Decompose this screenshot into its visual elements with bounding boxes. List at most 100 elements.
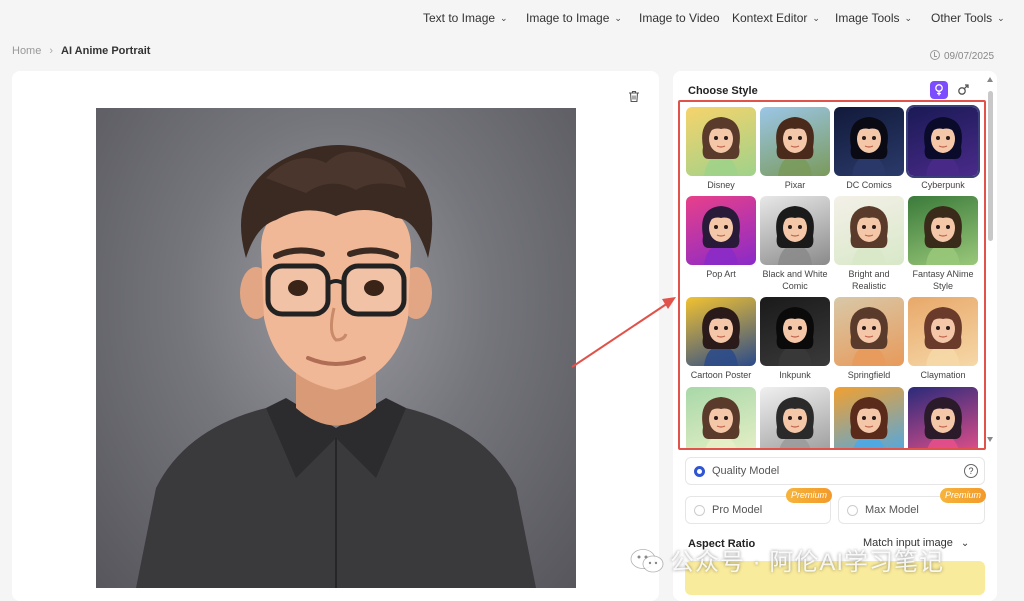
help-icon[interactable]: ? <box>964 464 978 478</box>
claymation-style-thumbnail <box>908 297 978 366</box>
style-label: Cyberpunk <box>921 180 965 190</box>
pixar-style-thumbnail <box>760 107 830 176</box>
scroll-up-arrow-icon[interactable] <box>987 77 993 82</box>
anime-girl-figure <box>924 117 962 176</box>
anime-girl-figure <box>924 307 962 366</box>
anime-girl-figure <box>702 206 740 265</box>
style-card[interactable]: Inkpunk <box>760 297 830 381</box>
cartoon-poster-style-thumbnail <box>686 297 756 366</box>
style-thumbnail-13 <box>686 387 756 448</box>
date-stamp: 09/07/2025 <box>930 50 994 62</box>
style-card[interactable] <box>834 387 904 448</box>
dc-comics-style-thumbnail <box>834 107 904 176</box>
anime-girl-figure <box>702 117 740 176</box>
style-card[interactable]: Springfield <box>834 297 904 381</box>
style-card[interactable] <box>686 387 756 448</box>
watermark: 公众号 · 阿伦AI学习笔记 <box>630 542 944 577</box>
male-icon <box>958 84 969 95</box>
page-title: AI Anime Portrait <box>61 45 151 57</box>
chevron-down-icon: ⌄ <box>500 13 508 23</box>
cyberpunk-style-thumbnail <box>906 105 980 178</box>
nav-label: Image Tools <box>835 11 900 25</box>
choose-style-heading: Choose Style <box>688 85 758 97</box>
nav-image-to-image[interactable]: Image to Image ⌄ <box>526 11 622 25</box>
anime-girl-figure <box>702 307 740 366</box>
pro-model-label: Pro Model <box>712 504 763 516</box>
style-card[interactable] <box>760 387 830 448</box>
anime-girl-figure <box>702 397 740 448</box>
anime-girl-figure <box>776 117 814 176</box>
nav-label: Image to Image <box>526 11 610 25</box>
max-model-option[interactable]: Max Model Premium <box>838 488 986 524</box>
springfield-style-thumbnail <box>834 297 904 366</box>
anime-girl-figure <box>776 206 814 265</box>
nav-text-to-image[interactable]: Text to Image ⌄ <box>423 11 508 25</box>
style-card[interactable]: Pop Art <box>686 196 756 280</box>
style-card[interactable]: Pixar <box>760 107 830 191</box>
nav-kontext-editor[interactable]: Kontext Editor ⌄ <box>732 11 820 25</box>
gender-male-toggle[interactable] <box>954 81 972 99</box>
style-thumbnail-14 <box>760 387 830 448</box>
style-card[interactable]: Bright and Realistic <box>834 196 904 292</box>
female-icon <box>935 84 943 96</box>
nav-image-to-video[interactable]: Image to Video <box>639 11 720 25</box>
date-text: 09/07/2025 <box>944 51 995 62</box>
nav-label: Text to Image <box>423 11 496 25</box>
uploaded-portrait-image <box>96 108 576 588</box>
pro-model-option[interactable]: Pro Model Premium <box>685 488 832 524</box>
disney-style-thumbnail <box>686 107 756 176</box>
chevron-right-icon: › <box>49 45 54 57</box>
style-card[interactable]: Disney <box>686 107 756 191</box>
nav-label: Other Tools <box>931 11 993 25</box>
nav-label: Kontext Editor <box>732 11 808 25</box>
anime-girl-figure <box>776 397 814 448</box>
style-card[interactable]: Fantasy ANime Style <box>908 196 978 292</box>
delete-image-button[interactable] <box>623 85 645 107</box>
anime-girl-figure <box>924 397 962 448</box>
anime-girl-figure <box>850 307 888 366</box>
style-label: Black and White Comic <box>762 269 828 291</box>
style-card[interactable]: Black and White Comic <box>760 196 830 292</box>
style-card[interactable]: Claymation <box>908 297 978 381</box>
bright-realistic-style-thumbnail <box>834 196 904 265</box>
breadcrumb-home[interactable]: Home <box>12 45 41 57</box>
anime-girl-figure <box>850 206 888 265</box>
radio-selected[interactable] <box>694 466 705 477</box>
anime-girl-figure <box>924 206 962 265</box>
trash-icon <box>629 90 639 102</box>
scroll-down-arrow-icon[interactable] <box>987 437 993 442</box>
inkpunk-style-thumbnail <box>760 297 830 366</box>
style-card[interactable]: Cartoon Poster <box>686 297 756 381</box>
chevron-down-icon: ⌄ <box>812 13 820 23</box>
scrollbar-thumb[interactable] <box>988 91 993 241</box>
nav-other-tools[interactable]: Other Tools ⌄ <box>931 11 1005 25</box>
chevron-down-icon: ⌄ <box>614 13 622 23</box>
quality-model-option[interactable]: Quality Model ? <box>685 457 985 485</box>
bw-comic-style-thumbnail <box>760 196 830 265</box>
radio-unselected[interactable] <box>694 505 705 516</box>
style-label: Inkpunk <box>779 370 811 380</box>
image-preview-panel <box>12 71 659 601</box>
chevron-down-icon: ⌄ <box>997 13 1005 23</box>
nav-label: Image to Video <box>639 11 720 25</box>
max-model-label: Max Model <box>865 504 919 516</box>
style-grid: Disney Pixar DC Comics Cyberpunk Pop Art Blac… <box>678 100 986 450</box>
style-scrollbar[interactable] <box>986 77 994 442</box>
quality-model-label: Quality Model <box>712 465 780 477</box>
style-thumbnail-16 <box>908 387 978 448</box>
style-label: Claymation <box>920 370 966 380</box>
style-card[interactable]: Cyberpunk <box>906 105 980 191</box>
gender-female-toggle[interactable] <box>930 81 948 99</box>
premium-badge: Premium <box>785 488 832 503</box>
nav-image-tools[interactable]: Image Tools ⌄ <box>835 11 912 25</box>
pop-art-style-thumbnail <box>686 196 756 265</box>
style-card[interactable]: DC Comics <box>834 107 904 191</box>
style-card[interactable] <box>908 387 978 448</box>
chevron-down-icon: ⌄ <box>960 538 970 549</box>
premium-badge: Premium <box>939 488 986 503</box>
style-thumbnail-15 <box>834 387 904 448</box>
breadcrumb: Home › AI Anime Portrait <box>12 45 150 57</box>
radio-unselected[interactable] <box>847 505 858 516</box>
watermark-text: 公众号 · 阿伦AI学习笔记 <box>670 549 945 576</box>
wechat-logo-icon <box>630 549 664 573</box>
